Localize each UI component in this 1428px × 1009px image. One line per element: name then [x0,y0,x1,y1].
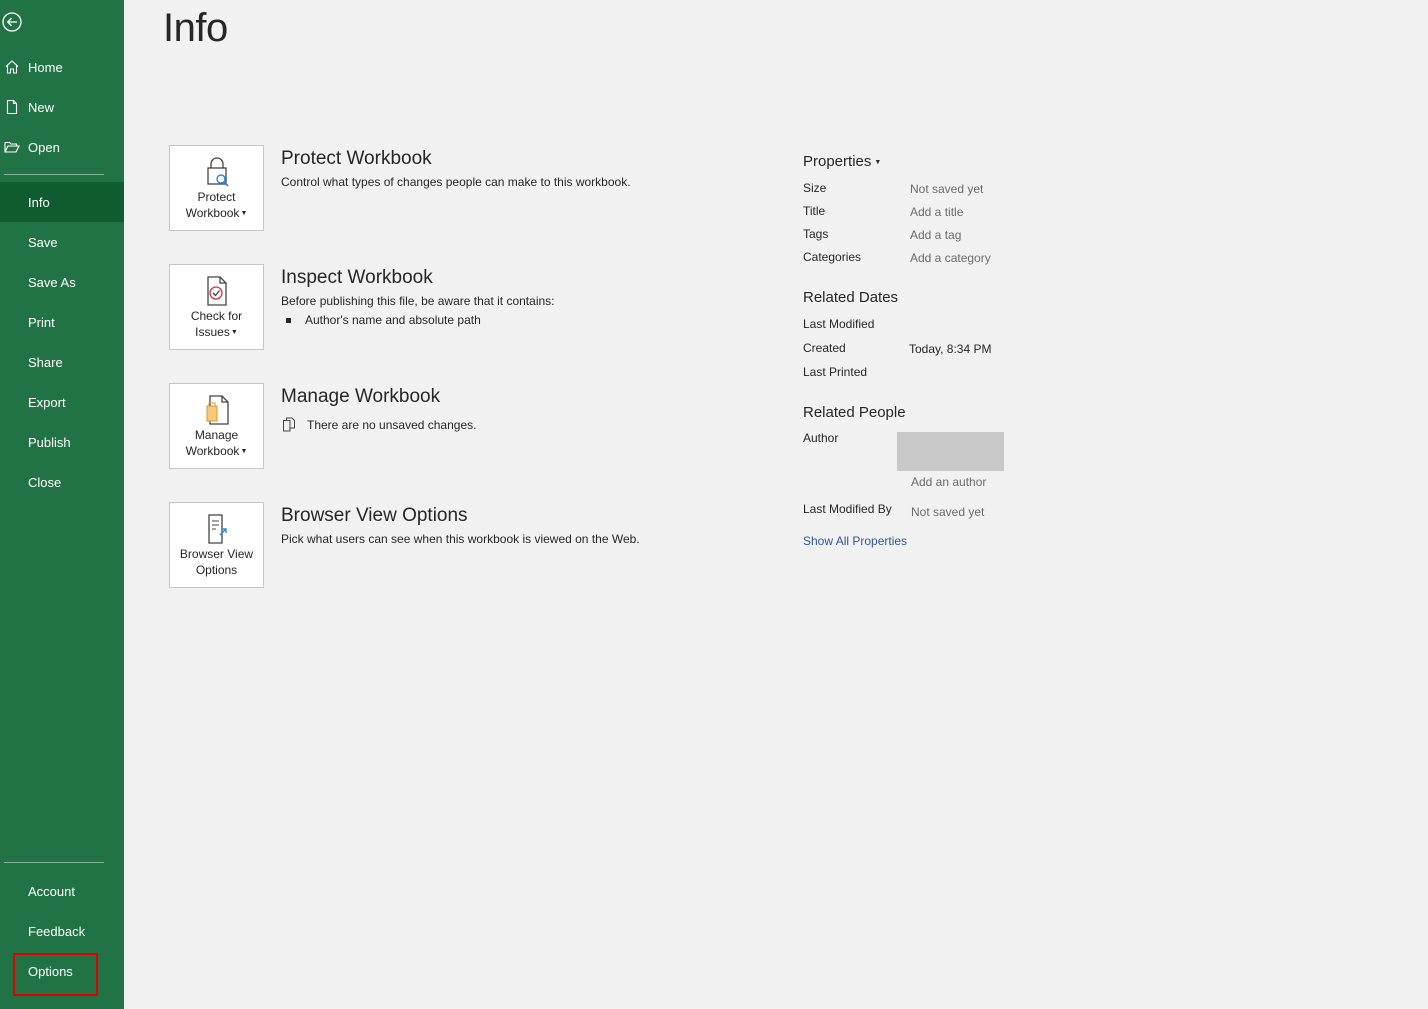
manage-workbook-status: There are no unsaved changes. [282,417,476,432]
last-modified-label: Last Modified [803,317,875,331]
created-label: Created [803,341,846,355]
author-label: Author [803,431,839,445]
inspect-bullet: Author's name and absolute path [286,313,481,327]
nav-export[interactable]: Export [0,382,124,422]
page-title: Info [163,6,228,50]
nav-info-label: Info [28,194,50,210]
show-all-properties-link[interactable]: Show All Properties [803,534,907,548]
home-icon [5,60,19,74]
last-modified-by-value: Not saved yet [911,505,985,519]
prop-tags-field[interactable]: Add a tag [910,228,961,242]
protect-workbook-button[interactable]: Protect Workbook▼ [169,145,264,231]
backstage-sidebar: Home New Open Info Save Save As Print Sh… [0,0,124,1009]
nav-save-label: Save [28,234,58,250]
prop-size-label: Size [803,181,827,195]
manage-workbook-description: There are no unsaved changes. [307,417,477,432]
prop-size-value: Not saved yet [910,182,984,196]
new-document-icon [6,99,18,115]
properties-heading: Properties [803,153,872,170]
browser-view-options-description: Pick what users can see when this workbo… [281,532,640,546]
created-value: Today, 8:34 PM [909,342,992,356]
browser-view-icon [207,514,227,544]
prop-categories-field[interactable]: Add a category [910,251,991,265]
prop-title-field[interactable]: Add a title [910,205,963,219]
nav-save[interactable]: Save [0,222,124,262]
manage-workbook-button[interactable]: Manage Workbook▼ [169,383,264,469]
nav-close-label: Close [28,474,62,490]
chevron-down-icon: ▼ [874,158,882,166]
related-people-heading: Related People [803,404,906,421]
nav-print[interactable]: Print [0,302,124,342]
check-for-issues-button[interactable]: Check for Issues▼ [169,264,264,350]
back-arrow-icon[interactable] [2,12,22,32]
nav-share[interactable]: Share [0,342,124,382]
sidebar-divider [4,174,104,175]
lock-icon [206,157,229,187]
inspect-bullet-text: Author's name and absolute path [305,313,481,327]
properties-dropdown[interactable]: Properties ▼ [803,153,881,170]
manage-workbook-title: Manage Workbook [281,386,441,407]
nav-save-as[interactable]: Save As [0,262,124,302]
options-highlight-box [13,953,98,996]
nav-home-label: Home [28,59,63,75]
bullet-square-icon [286,317,291,323]
browser-view-options-button[interactable]: Browser View Options [169,502,264,588]
nav-open[interactable]: Open [0,127,124,167]
protect-workbook-label: Protect Workbook▼ [185,190,248,220]
browser-view-options-label: Browser View Options [179,547,254,577]
author-avatar [897,432,1004,471]
prop-title-label: Title [803,204,826,218]
nav-new[interactable]: New [0,87,124,127]
nav-print-label: Print [28,314,55,330]
nav-share-label: Share [28,354,63,370]
manage-workbook-label: Manage Workbook▼ [185,428,248,458]
prop-tags-label: Tags [803,227,829,241]
inspect-workbook-description: Before publishing this file, be aware th… [281,294,555,308]
check-for-issues-label: Check for Issues▼ [190,309,243,339]
nav-home[interactable]: Home [0,47,124,87]
nav-save-as-label: Save As [28,274,76,290]
nav-info[interactable]: Info [0,182,124,222]
add-author-field[interactable]: Add an author [911,475,986,489]
nav-publish-label: Publish [28,434,71,450]
nav-export-label: Export [28,394,66,410]
inspect-document-icon [206,276,227,306]
nav-close[interactable]: Close [0,462,124,502]
browser-view-options-title: Browser View Options [281,505,468,526]
nav-account[interactable]: Account [0,871,124,911]
document-icon [283,417,295,432]
manage-workbook-icon [206,395,229,425]
nav-account-label: Account [28,883,75,899]
nav-feedback[interactable]: Feedback [0,911,124,951]
prop-categories-label: Categories [803,250,862,264]
protect-workbook-title: Protect Workbook [281,148,432,169]
open-folder-icon [4,141,20,153]
inspect-workbook-title: Inspect Workbook [281,267,433,288]
last-modified-by-label: Last Modified By [803,502,892,516]
last-printed-label: Last Printed [803,365,868,379]
related-dates-heading: Related Dates [803,289,899,306]
nav-publish[interactable]: Publish [0,422,124,462]
protect-workbook-description: Control what types of changes people can… [281,175,631,189]
nav-new-label: New [28,99,55,115]
nav-feedback-label: Feedback [28,923,86,939]
nav-open-label: Open [28,139,60,155]
sidebar-divider-bottom [4,862,104,863]
